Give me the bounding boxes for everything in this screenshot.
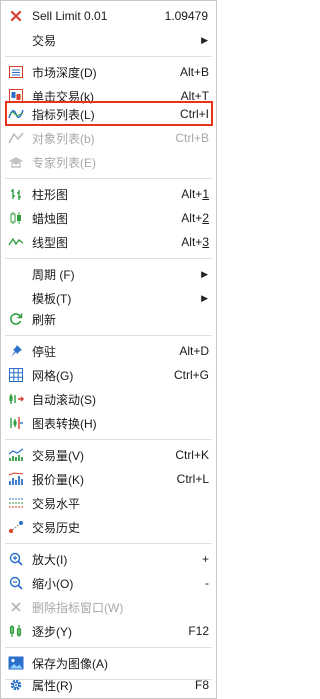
- menu-item-sell-limit[interactable]: Sell Limit 0.01 1.09479: [1, 4, 216, 28]
- gear-icon: [8, 677, 24, 693]
- volumes-icon: [8, 447, 24, 463]
- line-chart-icon: [8, 234, 24, 250]
- menu-item-save-as-picture[interactable]: 保存为图像(A): [1, 651, 216, 675]
- volumes-shortcut: Ctrl+K: [175, 448, 209, 462]
- line-chart-shortcut: Alt+3: [181, 235, 209, 249]
- experts-icon: [8, 154, 24, 170]
- auto-scroll-icon: [8, 391, 24, 407]
- trade-history-label: 交易历史: [32, 520, 81, 535]
- highlight-box: [5, 101, 213, 126]
- menu-item-chart-shift[interactable]: 图表转换(H): [1, 411, 216, 435]
- menu-item-ask-line[interactable]: 报价量(K) Ctrl+L: [1, 467, 216, 491]
- menu-item-objects-list[interactable]: 对象列表(b) Ctrl+B: [1, 126, 216, 150]
- menu-item-trade-levels[interactable]: 交易水平: [1, 491, 216, 515]
- menu-item-line-chart[interactable]: 线型图 Alt+3: [1, 230, 216, 254]
- delete-indicator-window-label: 删除指标窗口(W): [32, 600, 124, 615]
- save-as-picture-label: 保存为图像(A): [32, 656, 108, 671]
- menu-item-auto-scroll[interactable]: 自动滚动(S): [1, 387, 216, 411]
- ask-line-shortcut: Ctrl+L: [176, 472, 209, 486]
- zoom-in-label: 放大(I): [32, 552, 68, 567]
- experts-list-label: 专家列表(E): [32, 155, 96, 170]
- market-depth-label: 市场深度(D): [32, 65, 97, 80]
- menu-item-trading[interactable]: 交易 ▶: [1, 28, 216, 52]
- separator: [5, 647, 212, 648]
- menu-item-zoom-in[interactable]: 放大(I) +: [1, 547, 216, 571]
- separator: [5, 258, 212, 259]
- auto-scroll-label: 自动滚动(S): [32, 392, 96, 407]
- objects-list-shortcut: Ctrl+B: [175, 131, 209, 145]
- menu-item-trade-history[interactable]: 交易历史: [1, 515, 216, 539]
- menu-item-bar-chart[interactable]: 柱形图 Alt+1: [1, 182, 216, 206]
- submenu-arrow-icon: ▶: [201, 268, 208, 279]
- sell-limit-label: Sell Limit 0.01: [32, 9, 108, 23]
- menu-item-dock[interactable]: 停驻 Alt+D: [1, 339, 216, 363]
- line-chart-label: 线型图: [32, 235, 69, 250]
- refresh-label: 刷新: [32, 312, 57, 327]
- separator: [5, 56, 212, 57]
- chart-context-menu: Sell Limit 0.01 1.09479 交易 ▶ 市场深度(D) Alt…: [0, 0, 217, 699]
- chart-shift-label: 图表转换(H): [32, 416, 97, 431]
- zoom-in-icon: [8, 551, 24, 567]
- grid-label: 网格(G): [32, 368, 74, 383]
- refresh-icon: [8, 311, 24, 327]
- separator: [5, 439, 212, 440]
- menu-item-properties[interactable]: 属性(R) F8: [1, 673, 216, 697]
- chart-shift-icon: [8, 415, 24, 431]
- candlesticks-label: 蜡烛图: [32, 211, 69, 226]
- zoom-in-shortcut: +: [201, 552, 209, 566]
- menu-item-delete-indicator-window[interactable]: 删除指标窗口(W): [1, 595, 216, 619]
- menu-item-timeframes[interactable]: 周期 (F) ▶: [1, 262, 216, 286]
- submenu-arrow-icon: ▶: [201, 34, 208, 45]
- properties-shortcut: F8: [194, 678, 209, 692]
- separator: [5, 543, 212, 544]
- delete-icon: [8, 599, 24, 615]
- market-depth-icon: [8, 64, 24, 80]
- volumes-label: 交易量(V): [32, 448, 84, 463]
- menu-item-refresh[interactable]: 刷新: [1, 307, 216, 331]
- separator: [5, 335, 212, 336]
- candlesticks-icon: [8, 210, 24, 226]
- objects-icon: [8, 130, 24, 146]
- menu-item-step[interactable]: 逐步(Y) F12: [1, 619, 216, 643]
- properties-label: 属性(R): [32, 678, 73, 693]
- separator: [5, 178, 212, 179]
- menu-item-volumes[interactable]: 交易量(V) Ctrl+K: [1, 443, 216, 467]
- step-shortcut: F12: [188, 624, 209, 638]
- zoom-out-icon: [8, 575, 24, 591]
- grid-icon: [8, 367, 24, 383]
- objects-list-label: 对象列表(b): [32, 131, 95, 146]
- timeframes-label: 周期 (F): [32, 267, 75, 282]
- bar-chart-label: 柱形图: [32, 187, 69, 202]
- ask-line-label: 报价量(K): [32, 472, 84, 487]
- menu-item-market-depth[interactable]: 市场深度(D) Alt+B: [1, 60, 216, 84]
- trading-label: 交易: [32, 33, 57, 48]
- menu-item-candlesticks[interactable]: 蜡烛图 Alt+2: [1, 206, 216, 230]
- market-depth-shortcut: Alt+B: [179, 65, 209, 79]
- cross-icon: [8, 8, 24, 24]
- trade-levels-icon: [8, 495, 24, 511]
- menu-item-grid[interactable]: 网格(G) Ctrl+G: [1, 363, 216, 387]
- sell-limit-price: 1.09479: [164, 9, 208, 23]
- menu-item-zoom-out[interactable]: 缩小(O) -: [1, 571, 216, 595]
- step-icon: [8, 623, 24, 639]
- dock-shortcut: Alt+D: [179, 344, 209, 358]
- zoom-out-shortcut: -: [205, 576, 209, 590]
- pin-icon: [8, 343, 24, 359]
- trade-levels-label: 交易水平: [32, 496, 81, 511]
- submenu-arrow-icon: ▶: [201, 292, 208, 303]
- bar-chart-shortcut: Alt+1: [181, 187, 209, 201]
- bar-chart-icon: [8, 186, 24, 202]
- step-label: 逐步(Y): [32, 624, 72, 639]
- ask-line-icon: [8, 471, 24, 487]
- grid-shortcut: Ctrl+G: [173, 368, 209, 382]
- candlesticks-shortcut: Alt+2: [181, 211, 209, 225]
- menu-item-experts-list[interactable]: 专家列表(E): [1, 150, 216, 174]
- zoom-out-label: 缩小(O): [32, 576, 74, 591]
- templates-label: 模板(T): [32, 291, 72, 306]
- picture-icon: [8, 655, 24, 671]
- dock-label: 停驻: [32, 344, 57, 359]
- trade-history-icon: [8, 519, 24, 535]
